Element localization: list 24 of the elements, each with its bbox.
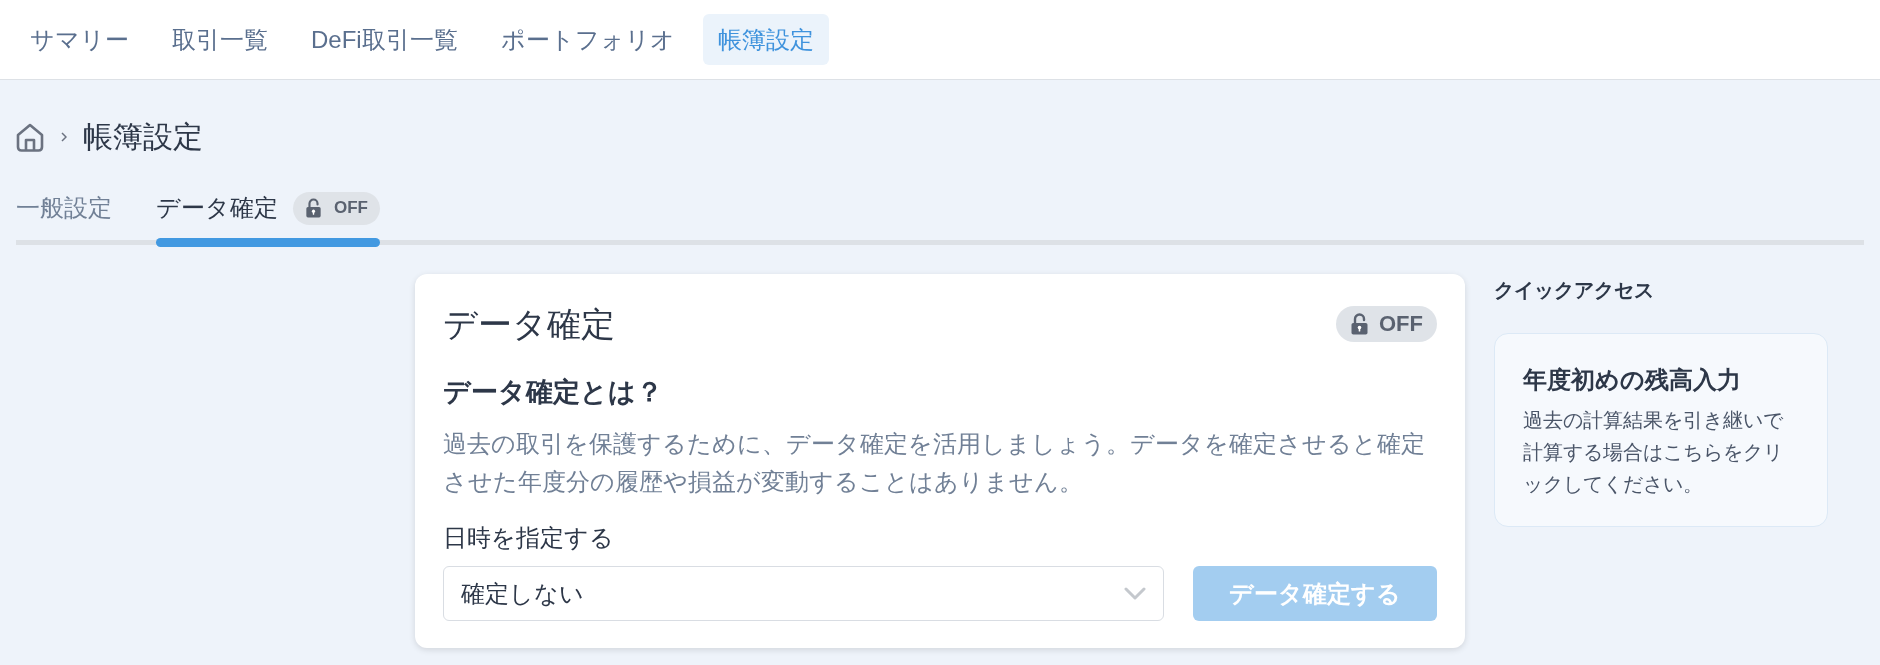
status-text: OFF — [334, 197, 368, 219]
nav-tab[interactable]: サマリー — [15, 14, 144, 65]
date-select[interactable]: 確定しない — [443, 566, 1164, 621]
description-text: 過去の取引を保護するために、データ確定を活用しましょう。データを確定させると確定させた年度分の履歴や損益が変動することはありません。 — [443, 429, 1426, 497]
nav-tab[interactable]: ポートフォリオ — [485, 14, 690, 65]
nav-tab[interactable]: 帳簿設定 — [702, 14, 829, 65]
chevron-right-icon — [61, 132, 67, 142]
settings-tab[interactable]: 一般設定 — [16, 191, 112, 247]
open-padlock-icon — [305, 198, 322, 218]
field-label: 日時を指定する — [443, 523, 615, 553]
card-title: データ確定 — [443, 304, 615, 345]
status-text: OFF — [1379, 310, 1423, 338]
page-title: 帳簿設定 — [83, 119, 203, 155]
house-icon[interactable] — [16, 122, 44, 152]
settings-tab[interactable]: データ確定 OFF — [156, 191, 380, 247]
quick-access-description: 過去の計算結果を引き継いで計算する場合はこちらをクリックしてください。 — [1523, 408, 1784, 497]
open-padlock-icon — [1350, 313, 1369, 335]
chevron-down-icon — [1124, 587, 1146, 600]
quick-access-card[interactable]: 年度初めの残高入力 過去の計算結果を引き継いで計算する場合はこちらをクリックしてください。 — [1494, 333, 1828, 527]
nav-tab[interactable]: DeFi取引一覧 — [296, 14, 473, 65]
nav-tab[interactable]: 取引一覧 — [157, 14, 283, 65]
quick-access-title: 年度初めの残高入力 — [1523, 365, 1742, 395]
quick-access-heading: クイックアクセス — [1494, 278, 1655, 303]
section-heading: データ確定とは？ — [443, 376, 664, 409]
